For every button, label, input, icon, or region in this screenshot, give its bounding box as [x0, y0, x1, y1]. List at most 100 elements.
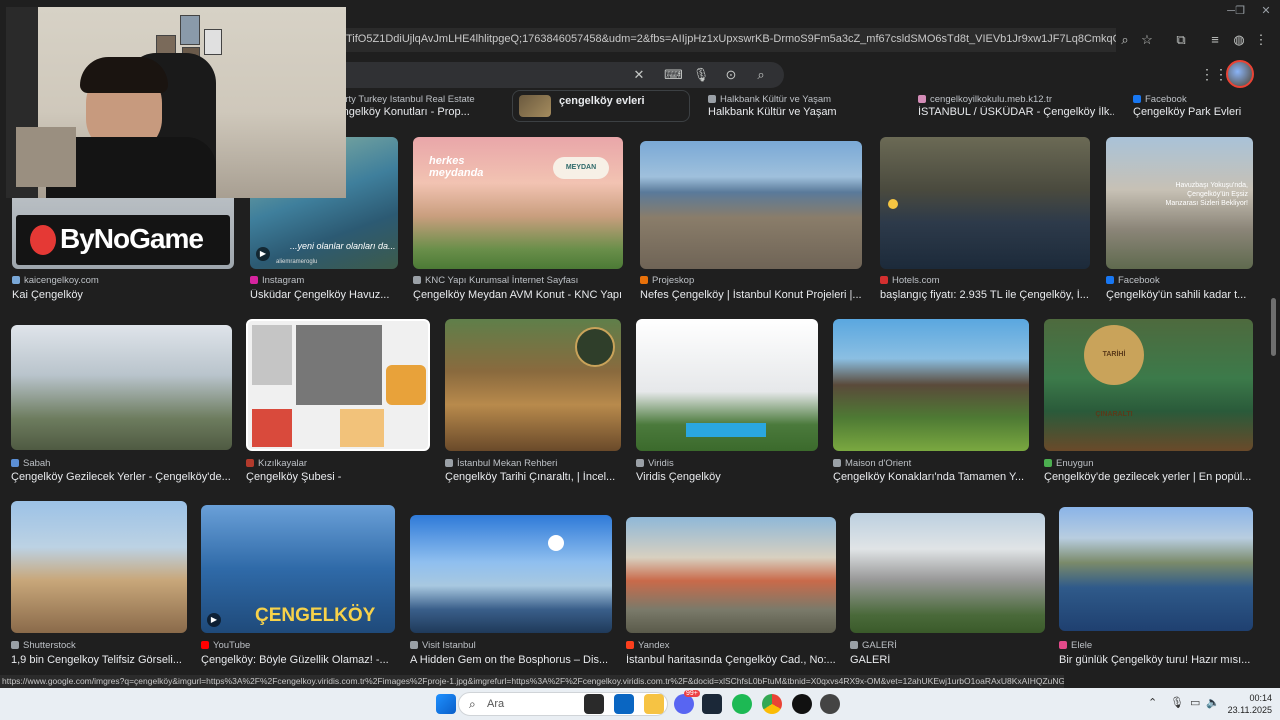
close-window-icon[interactable]: ✕ [1253, 3, 1279, 19]
media-icon[interactable]: ≡ [1206, 31, 1224, 49]
image-result[interactable]: ÇENGELKÖY ▶ YouTube Çengelköy: Böyle Güz… [201, 501, 395, 669]
result-title[interactable]: Viridis Çengelköy [636, 471, 818, 483]
image-result[interactable]: Yandex İstanbul haritasında Çengelköy Ca… [626, 501, 836, 669]
image-result[interactable]: cengelkoyilkokulu.meb.k12.tr İSTANBUL / … [918, 92, 1114, 118]
favicon [1059, 641, 1067, 649]
result-source: Facebook [1133, 94, 1263, 105]
result-thumbnail [850, 513, 1045, 633]
favicon [413, 276, 421, 284]
image-result[interactable]: Halkbank Kültür ve Yaşam Halkbank Kültür… [708, 92, 898, 118]
instagram-icon [250, 276, 258, 284]
app-icon[interactable] [820, 694, 840, 714]
result-title[interactable]: Çengelköy Konakları'nda Tamamen Y... [833, 471, 1029, 483]
network-icon[interactable]: ▭ [1190, 696, 1200, 709]
account-avatar[interactable] [1226, 60, 1254, 88]
store-icon[interactable] [614, 694, 634, 714]
lens-icon[interactable]: ⊙ [722, 66, 740, 84]
related-search-chip[interactable]: çengelköy evleri [512, 90, 690, 122]
favicon [410, 641, 418, 649]
favicon [246, 459, 254, 467]
page-scrollbar[interactable] [1271, 96, 1276, 674]
image-result[interactable]: Viridis Viridis Çengelköy [636, 319, 818, 487]
sun-icon [548, 535, 564, 551]
favicon [850, 641, 858, 649]
bookmark-star-icon[interactable]: ☆ [1138, 31, 1156, 49]
webcam-overlay [6, 7, 346, 198]
result-title[interactable]: Çengelköy Şubesi - [246, 471, 430, 483]
result-title[interactable]: 1,9 bin Cengelkoy Telifsiz Görseli... [11, 654, 187, 666]
result-title[interactable]: GALERİ [850, 654, 1045, 666]
clock-date: 23.11.2025 [1227, 705, 1272, 715]
image-result[interactable]: Hotels.com başlangıç fiyatı: 2.935 TL il… [880, 137, 1090, 303]
clear-search-icon[interactable]: ✕ [630, 66, 648, 84]
result-title[interactable]: Nefes Çengelköy | İstanbul Konut Projele… [640, 289, 862, 301]
result-title[interactable]: Çengelköy Meydan AVM Konut - KNC Yapı [413, 289, 623, 301]
file-explorer-icon[interactable] [644, 694, 664, 714]
result-thumbnail: Havuzbaşı Yokuşu'nda, Çengelköy'ün Eşsiz… [1106, 137, 1253, 269]
person-hair [80, 57, 168, 93]
image-result[interactable]: Sabah Çengelköy Gezilecek Yerler - Çenge… [11, 319, 232, 487]
search-icon[interactable]: ⌕ [752, 66, 770, 84]
url-text[interactable]: TifO5Z1DdiUjlqAvJmLHE4lhlitpgeQ;17638460… [346, 33, 1116, 45]
result-title[interactable]: s Çengelköy Konutları - Prop... [320, 106, 500, 118]
volume-icon[interactable]: 🔈 [1206, 696, 1220, 709]
result-title[interactable]: Çengelköy: Böyle Güzellik Olamaz! -... [201, 654, 395, 666]
steam-icon[interactable] [702, 694, 722, 714]
discord-icon[interactable]: 99+ [674, 690, 700, 714]
notification-badge: 99+ [684, 690, 700, 697]
spotify-icon[interactable] [732, 694, 752, 714]
result-title[interactable]: Çengelköy Tarihi Çınaraltı, | İncel... [445, 471, 621, 483]
result-title[interactable]: başlangıç fiyatı: 2.935 TL ile Çengelköy… [880, 289, 1090, 301]
favicon [1044, 459, 1052, 467]
profile-icon[interactable]: ◍ [1230, 31, 1248, 49]
taskbar-search[interactable]: ⌕ Ara [458, 692, 668, 716]
result-title[interactable]: Çengelköy Park Evleri [1133, 106, 1263, 118]
tray-chevron-icon[interactable]: ⌃ [1148, 696, 1157, 709]
result-title[interactable]: İSTANBUL / ÜSKÜDAR - Çengelköy İlk... [918, 106, 1114, 118]
search-input[interactable]: ✕ ⌨ 🎙 ⊙ ⌕ [330, 62, 784, 88]
image-result[interactable]: Shutterstock 1,9 bin Cengelkoy Telifsiz … [11, 501, 187, 669]
result-thumbnail [445, 319, 621, 451]
task-view-icon[interactable] [584, 694, 604, 714]
result-title[interactable]: Çengelköy Gezilecek Yerler - Çengelköy'd… [11, 471, 232, 483]
taskbar-clock[interactable]: 00:14 23.11.2025 [1222, 692, 1272, 716]
image-result[interactable]: GALERİ GALERİ [850, 501, 1045, 669]
image-result[interactable]: Elele Bir günlük Çengelköy turu! Hazır m… [1059, 501, 1253, 669]
image-result[interactable]: Visit Istanbul A Hidden Gem on the Bosph… [410, 501, 612, 669]
scrollbar-thumb[interactable] [1271, 298, 1276, 356]
zoom-icon[interactable]: ⌕ [1116, 31, 1134, 49]
result-title[interactable]: Kai Çengelköy [12, 289, 234, 301]
extensions-icon[interactable]: ⧉ [1172, 31, 1190, 49]
apps-grid-icon[interactable]: ⋮⋮ [1200, 66, 1228, 82]
obs-icon[interactable] [792, 694, 812, 714]
image-result[interactable]: Kızılkayalar Çengelköy Şubesi - [246, 319, 430, 487]
image-result[interactable]: Havuzbaşı Yokuşu'nda, Çengelköy'ün Eşsiz… [1106, 137, 1253, 303]
restore-icon[interactable]: ❐ [1227, 3, 1253, 19]
result-source: KNC Yapı Kurumsal İnternet Sayfası [413, 275, 623, 286]
windows-start-icon[interactable] [436, 694, 456, 714]
microphone-icon[interactable]: 🎙 [692, 66, 710, 84]
result-title[interactable]: Üsküdar Çengelköy Havuz... [250, 289, 398, 301]
image-result[interactable]: Maison d'Orient Çengelköy Konakları'nda … [833, 319, 1029, 487]
image-result[interactable]: TARİHİ ÇINARALTI Enuygun Çengelköy'de ge… [1044, 319, 1253, 487]
brand-logo-icon [30, 225, 56, 255]
bed [16, 127, 76, 187]
microphone-tray-icon[interactable]: 🎙 [1170, 696, 1184, 709]
address-bar[interactable]: TifO5Z1DdiUjlqAvJmLHE4lhlitpgeQ;17638460… [330, 28, 1116, 52]
result-title[interactable]: İstanbul haritasında Çengelköy Cad., No:… [626, 654, 836, 666]
result-title[interactable]: Çengelköy'de gezilecek yerler | En popül… [1044, 471, 1253, 483]
menu-kebab-icon[interactable]: ⋮ [1252, 31, 1270, 49]
image-result[interactable]: Projeskop Nefes Çengelköy | İstanbul Kon… [640, 137, 862, 303]
image-result[interactable]: herkes meydanda MEYDAN KNC Yapı Kurumsal… [413, 137, 623, 303]
result-source: Facebook [1106, 275, 1253, 286]
image-result[interactable]: Property Turkey Istanbul Real Estate s Ç… [320, 92, 500, 118]
result-title[interactable]: Bir günlük Çengelköy turu! Hazır mısı... [1059, 654, 1253, 666]
result-title[interactable]: A Hidden Gem on the Bosphorus – Dis... [410, 654, 612, 666]
result-title[interactable]: Çengelköy'ün sahili kadar t... [1106, 289, 1253, 301]
result-thumbnail [880, 137, 1090, 269]
result-title[interactable]: Halkbank Kültür ve Yaşam [708, 106, 898, 118]
image-result[interactable]: Facebook Çengelköy Park Evleri [1133, 92, 1263, 118]
keyboard-icon[interactable]: ⌨ [664, 66, 683, 84]
chrome-icon[interactable] [762, 694, 782, 714]
image-result[interactable]: İstanbul Mekan Rehberi Çengelköy Tarihi … [445, 319, 621, 487]
